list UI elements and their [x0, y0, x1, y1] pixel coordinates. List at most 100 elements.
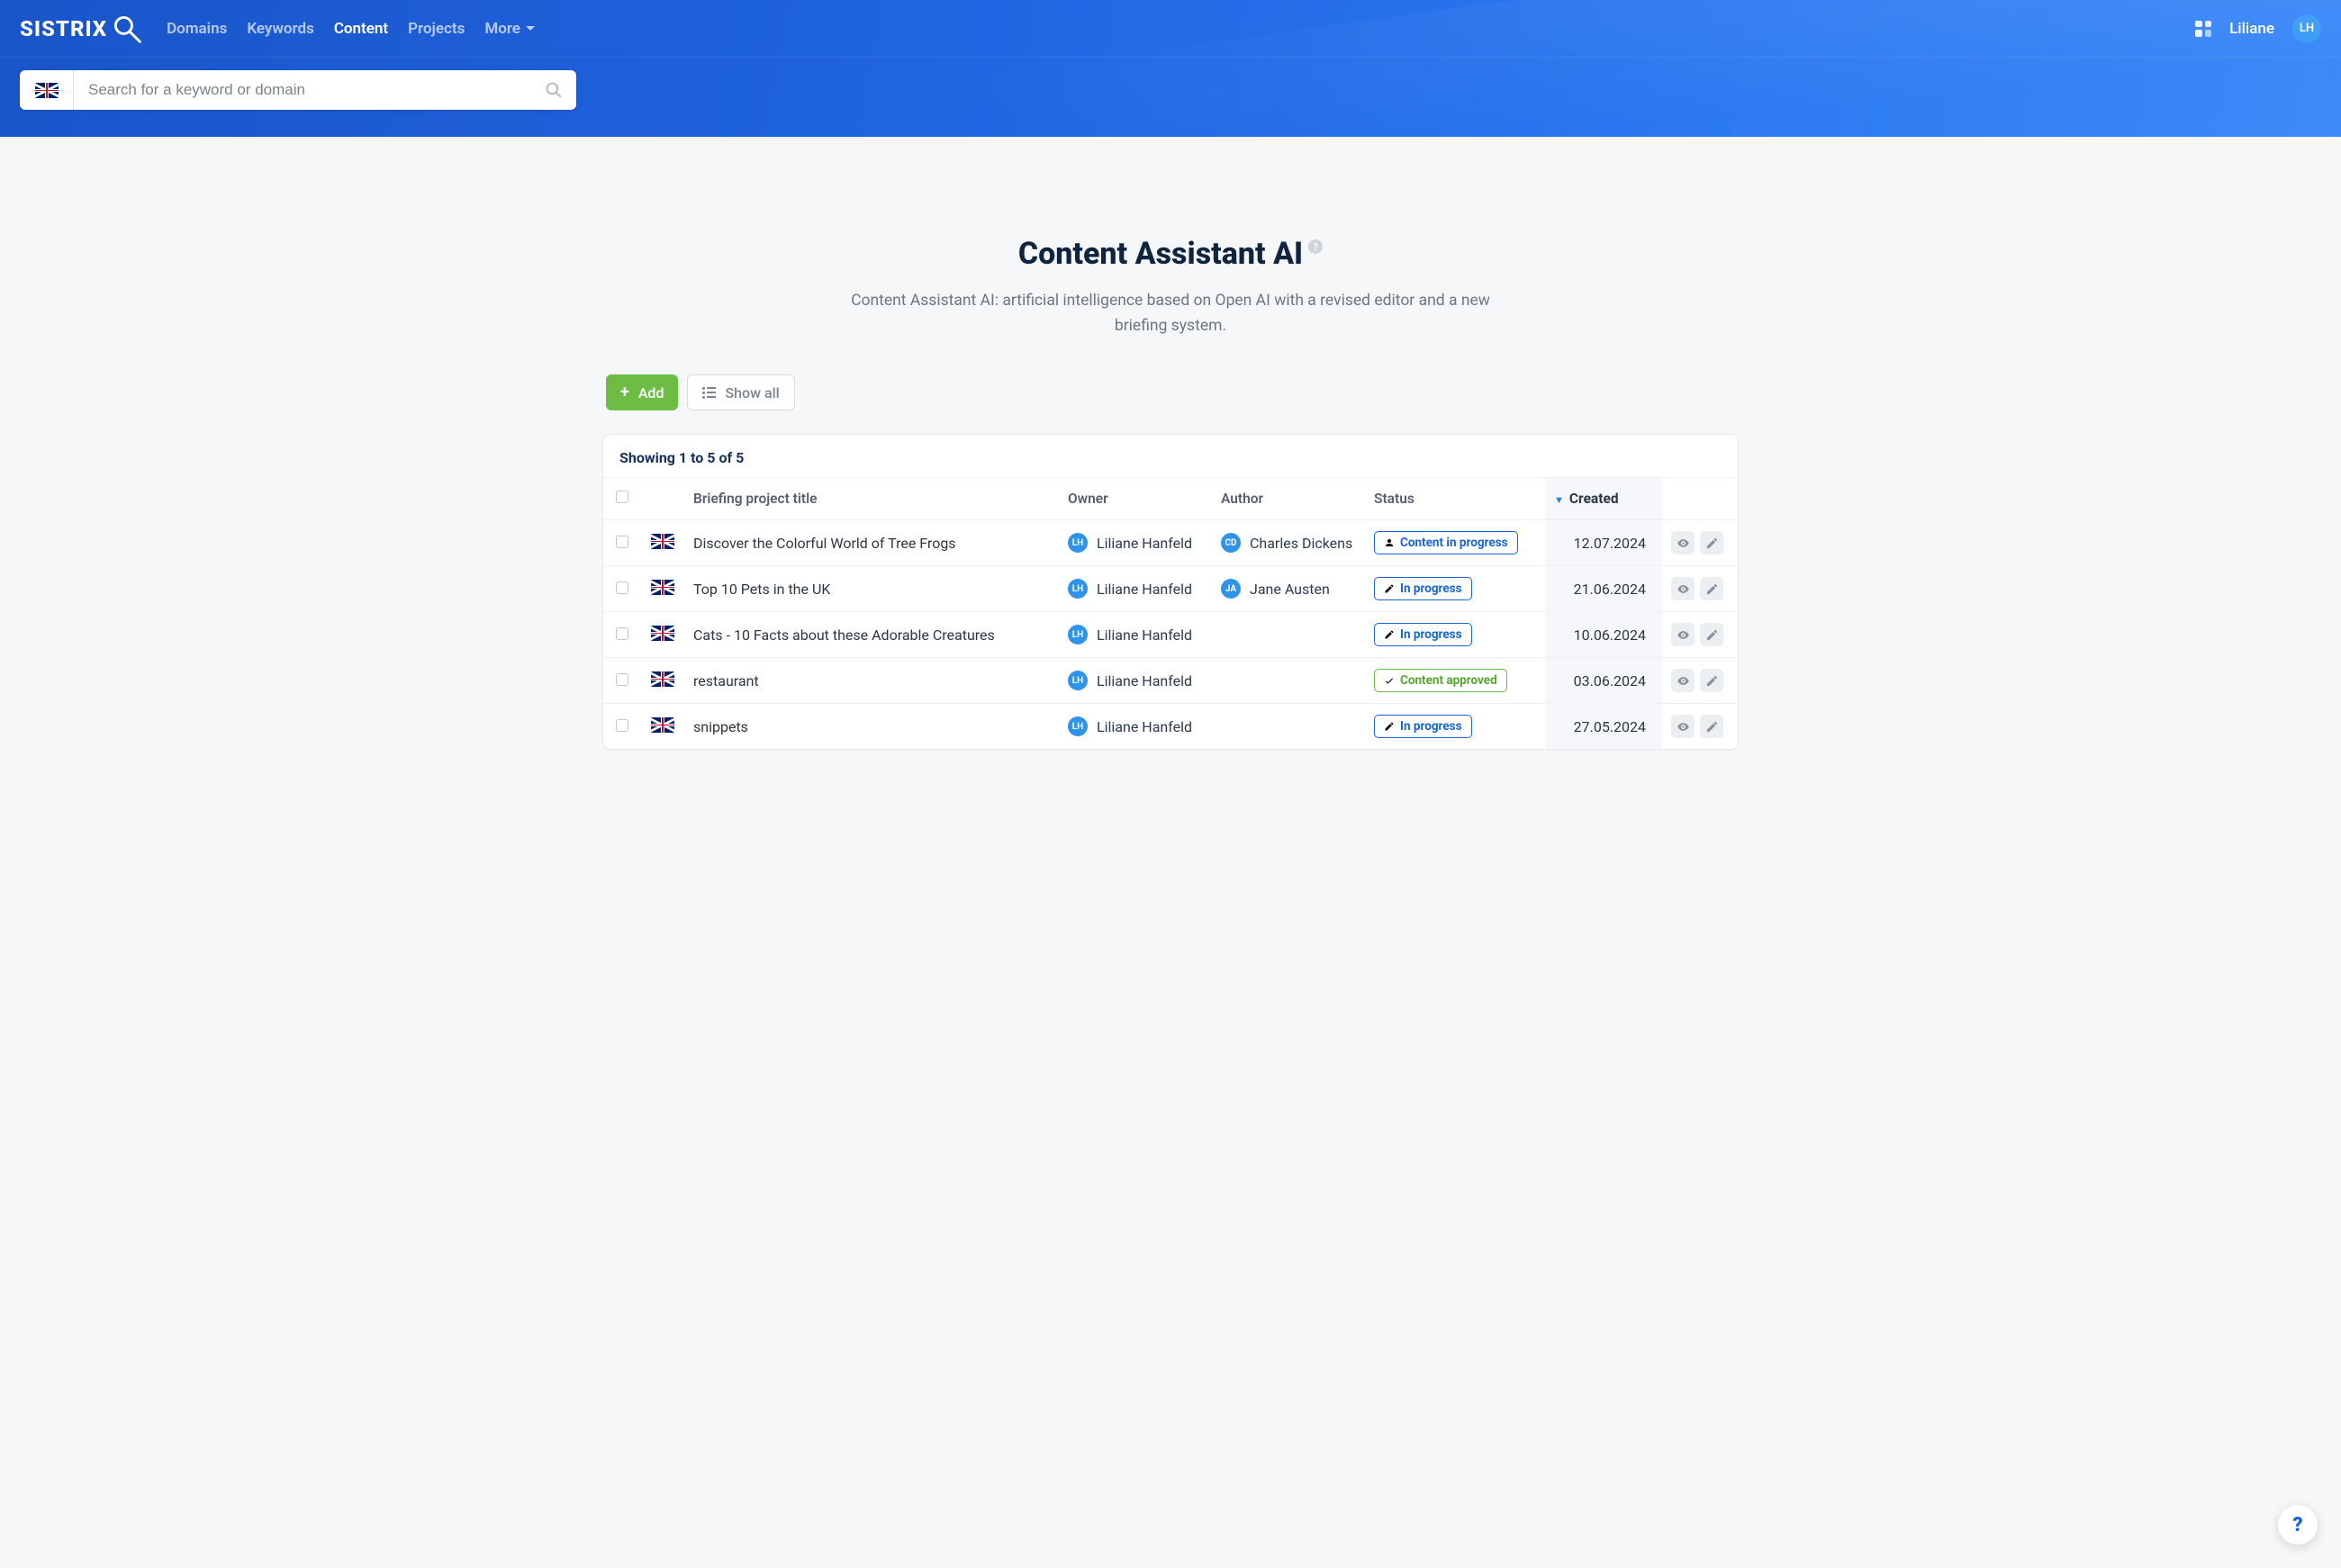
row-title[interactable]: Cats - 10 Facts about these Adorable Cre… — [684, 612, 1059, 658]
table-row: Top 10 Pets in the UK LH Liliane Hanfeld… — [603, 566, 1738, 612]
apps-grid-icon[interactable] — [2195, 21, 2211, 37]
eye-icon — [1677, 674, 1690, 688]
pencil-icon — [1384, 629, 1395, 640]
flag-gb-icon — [651, 671, 674, 687]
status-badge: Content approved — [1374, 669, 1507, 692]
table-summary: Showing 1 to 5 of 5 — [603, 435, 1738, 478]
row-title[interactable]: Top 10 Pets in the UK — [684, 566, 1059, 612]
pencil-icon — [1705, 628, 1719, 642]
search-country-selector[interactable] — [20, 70, 74, 110]
owner-avatar: LH — [1068, 533, 1088, 553]
add-button[interactable]: + Add — [606, 374, 678, 410]
row-owner: LH Liliane Hanfeld — [1068, 533, 1203, 553]
eye-icon — [1677, 582, 1690, 596]
search-input[interactable] — [74, 81, 531, 99]
flag-gb-icon — [651, 717, 674, 733]
pencil-icon — [1705, 720, 1719, 734]
eye-icon — [1677, 536, 1690, 550]
status-badge: Content in progress — [1374, 531, 1518, 554]
row-created: 03.06.2024 — [1545, 658, 1662, 704]
eye-icon — [1677, 628, 1690, 642]
col-title[interactable]: Briefing project title — [684, 478, 1059, 520]
list-icon — [702, 387, 716, 399]
table-row: snippets LH Liliane Hanfeld In progress … — [603, 704, 1738, 750]
owner-avatar: LH — [1068, 671, 1088, 690]
row-owner: LH Liliane Hanfeld — [1068, 716, 1203, 736]
owner-avatar: LH — [1068, 716, 1088, 736]
user-icon — [1384, 537, 1395, 548]
plus-icon: + — [620, 384, 629, 401]
view-button[interactable] — [1671, 531, 1695, 554]
page-title: Content Assistant AI ? — [1018, 236, 1323, 272]
help-icon[interactable]: ? — [1308, 239, 1323, 254]
status-badge: In progress — [1374, 715, 1472, 738]
briefings-table: Briefing project title Owner Author Stat… — [603, 478, 1738, 749]
owner-avatar: LH — [1068, 579, 1088, 599]
floating-help-button[interactable]: ? — [2278, 1505, 2318, 1545]
col-owner[interactable]: Owner — [1059, 478, 1212, 520]
global-search — [20, 70, 576, 110]
row-author: JA Jane Austen — [1221, 579, 1356, 599]
author-avatar: JA — [1221, 579, 1241, 599]
flag-gb-icon — [35, 83, 59, 98]
row-author: CD Charles Dickens — [1221, 533, 1356, 553]
col-author[interactable]: Author — [1212, 478, 1365, 520]
owner-avatar: LH — [1068, 625, 1088, 644]
row-created: 12.07.2024 — [1545, 520, 1662, 566]
top-nav: SISTRIX Domains Keywords Content Projects Mo… — [0, 0, 2341, 58]
edit-button[interactable] — [1700, 623, 1723, 646]
view-button[interactable] — [1671, 623, 1695, 646]
search-button[interactable] — [531, 70, 576, 110]
search-icon — [545, 81, 563, 99]
table-row: restaurant LH Liliane Hanfeld Content ap… — [603, 658, 1738, 704]
author-avatar: CD — [1221, 533, 1241, 553]
view-button[interactable] — [1671, 715, 1695, 738]
status-badge: In progress — [1374, 623, 1472, 646]
sort-desc-icon: ▼ — [1554, 494, 1564, 506]
chevron-down-icon — [526, 26, 535, 31]
brand-name: SISTRIX — [20, 16, 107, 41]
nav-item-keywords[interactable]: Keywords — [247, 20, 313, 38]
eye-icon — [1677, 720, 1690, 734]
edit-button[interactable] — [1700, 715, 1723, 738]
flag-gb-icon — [651, 534, 674, 549]
row-owner: LH Liliane Hanfeld — [1068, 671, 1203, 690]
pencil-icon — [1705, 536, 1719, 550]
row-checkbox[interactable] — [616, 673, 628, 686]
select-all-checkbox[interactable] — [616, 491, 628, 503]
row-checkbox[interactable] — [616, 581, 628, 594]
show-all-button[interactable]: Show all — [687, 374, 794, 410]
row-created: 27.05.2024 — [1545, 704, 1662, 750]
check-icon — [1384, 675, 1395, 686]
row-owner: LH Liliane Hanfeld — [1068, 625, 1203, 644]
view-button[interactable] — [1671, 577, 1695, 600]
briefings-card: Showing 1 to 5 of 5 Briefing project tit… — [602, 434, 1739, 750]
col-created[interactable]: ▼Created — [1545, 478, 1662, 520]
edit-button[interactable] — [1700, 577, 1723, 600]
user-name[interactable]: Liliane — [2229, 20, 2274, 38]
row-title[interactable]: snippets — [684, 704, 1059, 750]
row-title[interactable]: Discover the Colorful World of Tree Frog… — [684, 520, 1059, 566]
nav-item-domains[interactable]: Domains — [167, 20, 227, 38]
view-button[interactable] — [1671, 669, 1695, 692]
nav-item-content[interactable]: Content — [334, 20, 388, 38]
status-badge: In progress — [1374, 577, 1472, 600]
row-checkbox[interactable] — [616, 536, 628, 548]
row-checkbox[interactable] — [616, 627, 628, 640]
brand-logo[interactable]: SISTRIX — [20, 13, 143, 45]
edit-button[interactable] — [1700, 669, 1723, 692]
row-created: 10.06.2024 — [1545, 612, 1662, 658]
pencil-icon — [1705, 582, 1719, 596]
edit-button[interactable] — [1700, 531, 1723, 554]
nav-item-more[interactable]: More — [484, 20, 535, 38]
nav-item-projects[interactable]: Projects — [408, 20, 465, 38]
pencil-icon — [1384, 721, 1395, 732]
flag-gb-icon — [651, 626, 674, 641]
table-row: Cats - 10 Facts about these Adorable Cre… — [603, 612, 1738, 658]
col-status[interactable]: Status — [1365, 478, 1545, 520]
row-checkbox[interactable] — [616, 719, 628, 732]
user-avatar[interactable]: LH — [2292, 14, 2321, 43]
row-title[interactable]: restaurant — [684, 658, 1059, 704]
pencil-icon — [1705, 674, 1719, 688]
magnifier-icon — [111, 13, 143, 45]
